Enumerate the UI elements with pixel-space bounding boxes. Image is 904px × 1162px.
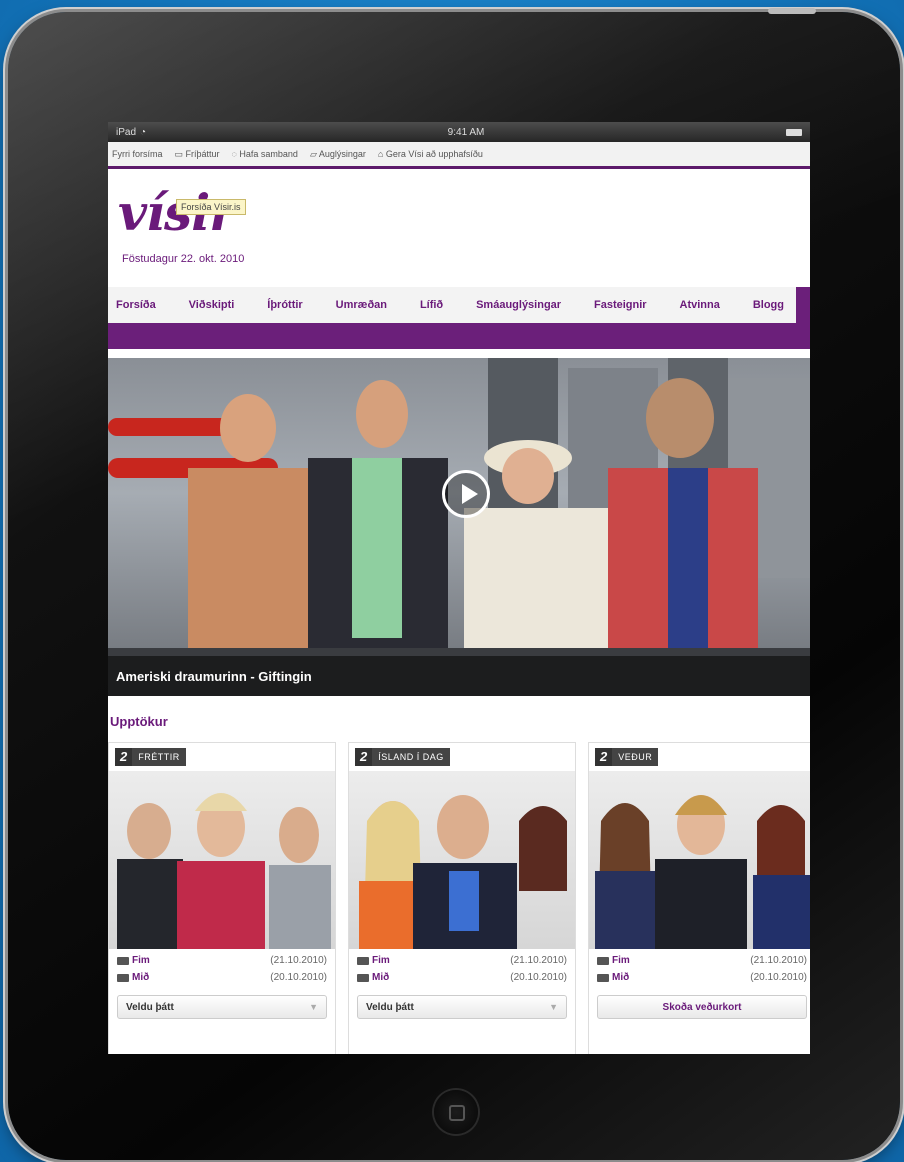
recording-row[interactable]: Fim (21.10.2010) xyxy=(109,955,335,966)
toolbar-item[interactable]: ⌂ Gera Vísi að upphafsíðu xyxy=(378,149,483,159)
main-nav: Forsíða Viðskipti Íþróttir Umræðan Lífið… xyxy=(108,287,810,323)
masthead: vísir Forsíða Vísir.is Föstudagur 22. ok… xyxy=(108,169,810,287)
channel-logo: 2 ÍSLAND Í DAG xyxy=(355,748,450,766)
toolbar-item[interactable]: ▭ Fríþáttur xyxy=(175,149,220,160)
status-bar: iPad ◔ 9:41 AM xyxy=(108,122,810,142)
device-label: iPad xyxy=(116,126,137,138)
section-title: Upptökur xyxy=(110,714,168,729)
weather-map-button[interactable]: Skoða veðurkort xyxy=(597,995,807,1019)
recordings-cards: 2 FRÉTTIR Fim (21.10.2010) Mið (20.10.20… xyxy=(108,742,810,1054)
home-button[interactable] xyxy=(434,1090,478,1134)
recording-row[interactable]: Fim (21.10.2010) xyxy=(349,955,575,966)
recording-row[interactable]: Fim (21.10.2010) xyxy=(589,955,810,966)
camera-icon xyxy=(117,973,129,982)
hero-video[interactable]: Ameriski draumurinn - Giftingin xyxy=(108,358,810,696)
recording-row[interactable]: Mið (20.10.2010) xyxy=(109,972,335,983)
nav-item-fasteignir[interactable]: Fasteignir xyxy=(594,299,647,311)
sleep-button[interactable] xyxy=(768,8,816,14)
camera-icon xyxy=(357,973,369,982)
hero-image xyxy=(108,358,810,696)
nav-item-forsida[interactable]: Forsíða xyxy=(116,299,156,311)
card-frettir: 2 FRÉTTIR Fim (21.10.2010) Mið (20.10.20… xyxy=(108,742,336,1054)
toolbar-item[interactable]: Fyrri forsíma xyxy=(112,149,163,159)
episode-select[interactable]: Veldu þátt ▼ xyxy=(357,995,567,1019)
camera-icon xyxy=(597,973,609,982)
print-icon: ▭ xyxy=(174,148,186,159)
nav-item-lifid[interactable]: Lífið xyxy=(420,299,443,311)
battery-icon xyxy=(785,128,802,136)
camera-icon xyxy=(357,956,369,965)
hero-caption[interactable]: Ameriski draumurinn - Giftingin xyxy=(108,656,810,696)
camera-icon xyxy=(597,956,609,965)
wifi-icon: ◔ xyxy=(140,126,147,138)
nav-item-vidskipti[interactable]: Viðskipti xyxy=(189,299,235,311)
channel-logo: 2 VEÐUR xyxy=(595,748,659,766)
nav-item-umraedan[interactable]: Umræðan xyxy=(336,299,387,311)
card-island-i-dag: 2 ÍSLAND Í DAG Fim (21.10.2010) Mið (20.… xyxy=(348,742,576,1054)
toolbar: Fyrri forsíma ▭ Fríþáttur ◌ Hafa samband… xyxy=(108,142,810,169)
recording-row[interactable]: Mið (20.10.2010) xyxy=(349,972,575,983)
tooltip: Forsíða Vísir.is xyxy=(176,199,246,215)
clock: 9:41 AM xyxy=(447,126,485,138)
card-vedur: 2 VEÐUR Fim (21.10.2010) Mið (20.10.2010… xyxy=(588,742,810,1054)
nav-subbar xyxy=(108,323,810,349)
presenters-photo[interactable] xyxy=(109,771,335,949)
episode-select[interactable]: Veldu þátt ▼ xyxy=(117,995,327,1019)
toolbar-item[interactable]: ◌ Hafa samband xyxy=(232,149,298,159)
chevron-down-icon: ▼ xyxy=(309,1002,318,1012)
nav-item-ithrottir[interactable]: Íþróttir xyxy=(267,299,302,311)
date-label: Föstudagur 22. okt. 2010 xyxy=(122,253,245,265)
nav-item-smaauglysingar[interactable]: Smáauglýsingar xyxy=(476,299,561,311)
camera-icon xyxy=(117,956,129,965)
toolbar-item[interactable]: ▱ Auglýsingar xyxy=(310,149,366,160)
ads-icon: ▱ xyxy=(309,148,319,159)
channel-logo: 2 FRÉTTIR xyxy=(115,748,186,766)
chevron-down-icon: ▼ xyxy=(549,1002,558,1012)
home-icon: ⌂ xyxy=(377,149,386,159)
nav-item-atvinna[interactable]: Atvinna xyxy=(680,299,720,311)
nav-item-blogg[interactable]: Blogg xyxy=(753,299,784,311)
presenters-photo[interactable] xyxy=(349,771,575,949)
screen: iPad ◔ 9:41 AM Fyrri forsíma ▭ Fríþáttur… xyxy=(108,122,810,1054)
recording-row[interactable]: Mið (20.10.2010) xyxy=(589,972,810,983)
play-icon[interactable] xyxy=(442,470,490,518)
presenters-photo[interactable] xyxy=(589,771,810,949)
